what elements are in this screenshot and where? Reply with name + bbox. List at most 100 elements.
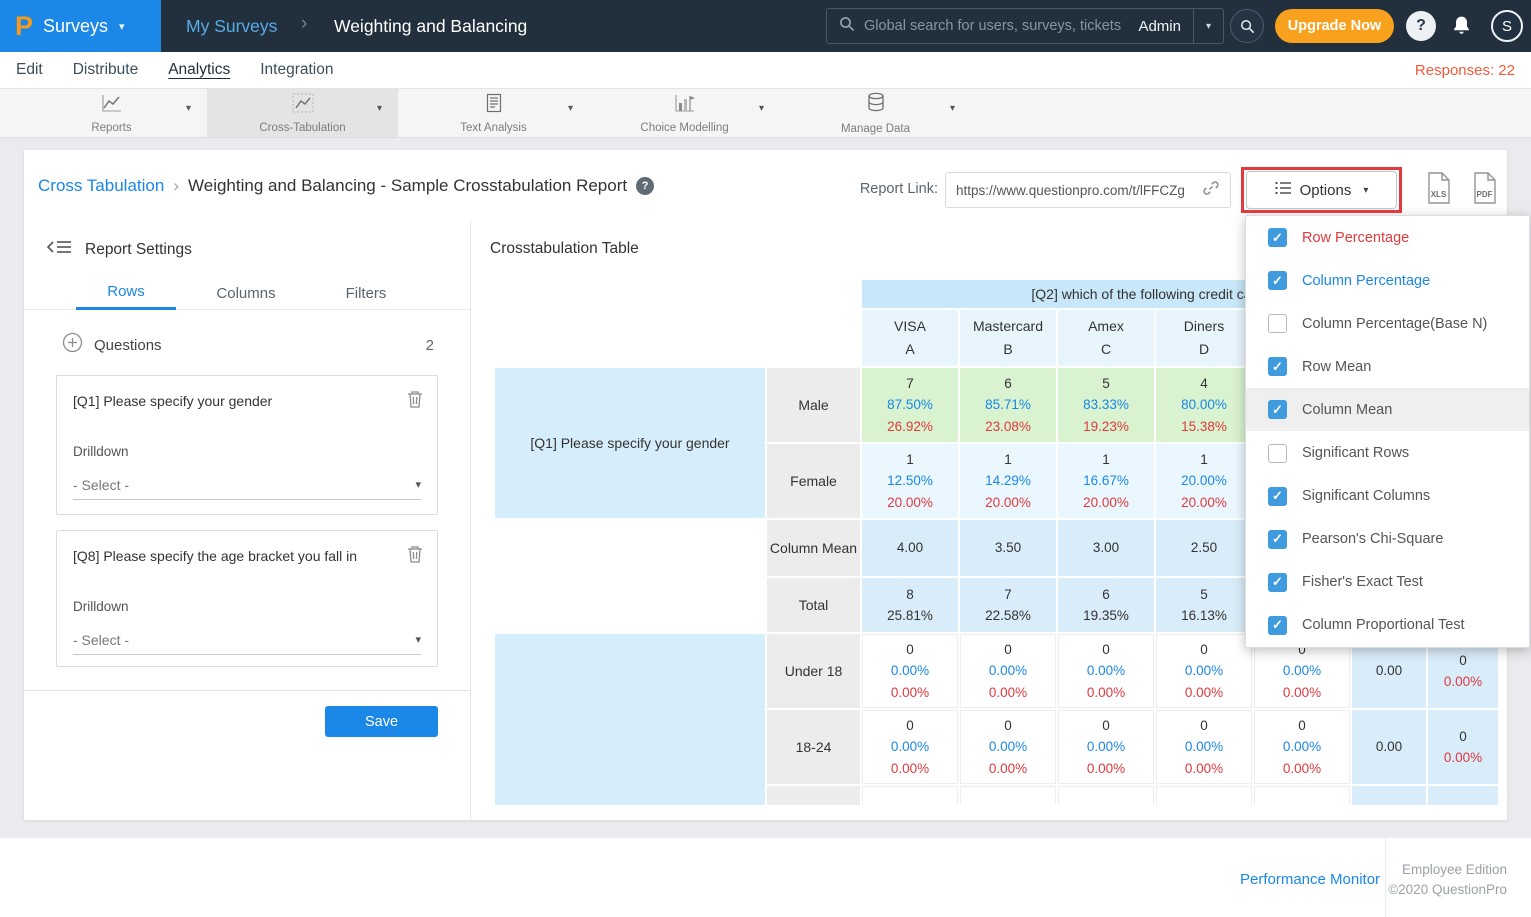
- tab-rows[interactable]: Rows: [76, 276, 176, 310]
- export-xls-button[interactable]: XLS: [1426, 172, 1452, 209]
- select-value: - Select -: [73, 632, 129, 648]
- checkbox[interactable]: [1268, 228, 1287, 247]
- chevron-down-icon[interactable]: ▾: [1193, 9, 1223, 43]
- report-link-field[interactable]: https://www.questionpro.com/t/lFFCZg: [945, 172, 1231, 208]
- global-search-input[interactable]: [864, 18, 1126, 34]
- option-row-percentage[interactable]: Row Percentage: [1246, 216, 1529, 259]
- option-significant-columns[interactable]: Significant Columns: [1246, 475, 1529, 518]
- product-name: Surveys: [43, 16, 108, 37]
- drilldown-select[interactable]: - Select - ▾: [73, 470, 421, 500]
- add-question-icon[interactable]: [62, 332, 83, 358]
- report-settings-title: Report Settings: [85, 241, 192, 259]
- checkbox[interactable]: [1268, 271, 1287, 290]
- options-list-icon: [1275, 181, 1292, 200]
- chevron-down-icon[interactable]: ▾: [759, 103, 764, 114]
- option-column-mean[interactable]: Column Mean: [1246, 388, 1529, 431]
- crosstab-cell: 722.58%: [960, 578, 1056, 632]
- page-footer: Performance Monitor Employee Edition ©20…: [0, 838, 1531, 917]
- tab-columns[interactable]: Columns: [196, 276, 296, 310]
- help-icon[interactable]: ?: [1406, 11, 1436, 41]
- user-avatar[interactable]: S: [1491, 10, 1523, 42]
- row-label-clipped: [767, 786, 860, 805]
- notifications-bell-icon[interactable]: [1452, 15, 1471, 41]
- nav-item-analytics[interactable]: Analytics: [168, 61, 230, 79]
- collapse-panel-icon[interactable]: [46, 238, 72, 261]
- crosstab-cell: 114.29%20.00%: [960, 444, 1056, 518]
- save-button[interactable]: Save: [325, 706, 438, 737]
- questions-label[interactable]: Questions: [94, 337, 162, 354]
- tool-label: Manage Data: [841, 123, 910, 135]
- search-submit-button[interactable]: [1230, 9, 1264, 43]
- crosstab-chart-icon: [292, 93, 314, 118]
- chevron-down-icon: ▾: [415, 478, 421, 491]
- crosstab-cell: 825.81%: [862, 578, 958, 632]
- tool-cross-tabulation[interactable]: Cross-Tabulation ▾: [207, 89, 398, 137]
- option-label: Fisher's Exact Test: [1302, 574, 1423, 590]
- crosstab-cell: 2.50: [1156, 520, 1252, 576]
- option-fishers-exact-test[interactable]: Fisher's Exact Test: [1246, 561, 1529, 604]
- report-link-url[interactable]: https://www.questionpro.com/t/lFFCZg: [956, 183, 1202, 198]
- nav-item-integration[interactable]: Integration: [260, 61, 333, 79]
- chevron-down-icon[interactable]: ▾: [186, 103, 191, 114]
- checkbox[interactable]: [1268, 314, 1287, 333]
- options-dropdown-button[interactable]: Options ▾: [1246, 171, 1397, 209]
- chevron-down-icon[interactable]: ▾: [377, 103, 382, 114]
- checkbox[interactable]: [1268, 616, 1287, 635]
- product-switcher[interactable]: P Surveys ▾: [0, 0, 161, 52]
- tab-filters[interactable]: Filters: [316, 276, 416, 310]
- nav-item-distribute[interactable]: Distribute: [73, 61, 138, 79]
- row-mean-cell: [1352, 786, 1426, 805]
- checkbox[interactable]: [1268, 444, 1287, 463]
- questions-count: 2: [426, 337, 434, 354]
- checkbox[interactable]: [1268, 357, 1287, 376]
- chevron-down-icon[interactable]: ▾: [568, 103, 573, 114]
- performance-monitor-link[interactable]: Performance Monitor: [1240, 871, 1380, 888]
- crosstab-cell: 00.00%0.00%: [862, 634, 958, 708]
- tool-text-analysis[interactable]: Text Analysis ▾: [398, 89, 589, 137]
- select-value: - Select -: [73, 477, 129, 493]
- option-label: Row Mean: [1302, 359, 1371, 375]
- survey-nav: Edit Distribute Analytics Integration Re…: [0, 52, 1531, 89]
- nav-item-edit[interactable]: Edit: [16, 61, 43, 79]
- option-row-mean[interactable]: Row Mean: [1246, 345, 1529, 388]
- checkbox[interactable]: [1268, 530, 1287, 549]
- global-search-box[interactable]: Admin ▾: [826, 8, 1224, 44]
- upgrade-now-button[interactable]: Upgrade Now: [1275, 9, 1394, 43]
- tool-reports[interactable]: Reports ▾: [16, 89, 207, 137]
- row-label-male: Male: [767, 368, 860, 442]
- checkbox[interactable]: [1268, 573, 1287, 592]
- search-scope-selector[interactable]: Admin: [1126, 18, 1193, 35]
- link-icon[interactable]: [1202, 179, 1220, 202]
- crosstab-cell: 00.00%0.00%: [1156, 634, 1252, 708]
- search-icon: [839, 16, 855, 37]
- delete-question-icon[interactable]: [407, 545, 423, 569]
- cross-tabulation-link[interactable]: Cross Tabulation: [38, 176, 164, 196]
- options-dropdown-menu: Row Percentage Column Percentage Column …: [1245, 215, 1530, 648]
- chevron-down-icon[interactable]: ▾: [950, 103, 955, 114]
- tool-choice-modelling[interactable]: Choice Modelling ▾: [589, 89, 780, 137]
- breadcrumb-current-survey: Weighting and Balancing: [334, 16, 527, 37]
- divider: [24, 690, 470, 691]
- option-column-percentage-base-n[interactable]: Column Percentage(Base N): [1246, 302, 1529, 345]
- breadcrumb-separator: ›: [301, 13, 307, 35]
- svg-text:XLS: XLS: [1431, 190, 1447, 199]
- checkbox[interactable]: [1268, 400, 1287, 419]
- option-pearsons-chi-square[interactable]: Pearson's Chi-Square: [1246, 518, 1529, 561]
- option-column-percentage[interactable]: Column Percentage: [1246, 259, 1529, 302]
- delete-question-icon[interactable]: [407, 390, 423, 414]
- responses-count: Responses: 22: [1415, 62, 1531, 79]
- tool-label: Choice Modelling: [640, 122, 728, 134]
- option-significant-rows[interactable]: Significant Rows: [1246, 431, 1529, 474]
- tool-manage-data[interactable]: Manage Data ▾: [780, 89, 971, 137]
- drilldown-select[interactable]: - Select - ▾: [73, 625, 421, 655]
- help-icon[interactable]: ?: [636, 177, 654, 195]
- screen: P Surveys ▾ My Surveys › Weighting and B…: [0, 0, 1531, 917]
- export-pdf-button[interactable]: PDF: [1472, 172, 1498, 209]
- row-mean-cell: 0.00: [1352, 710, 1426, 784]
- breadcrumb-my-surveys[interactable]: My Surveys: [186, 16, 277, 37]
- crosstab-cell: 112.50%20.00%: [862, 444, 958, 518]
- checkbox[interactable]: [1268, 487, 1287, 506]
- option-label: Column Mean: [1302, 402, 1392, 418]
- crosstab-cell: [1058, 786, 1154, 805]
- option-column-proportional-test[interactable]: Column Proportional Test: [1246, 604, 1529, 647]
